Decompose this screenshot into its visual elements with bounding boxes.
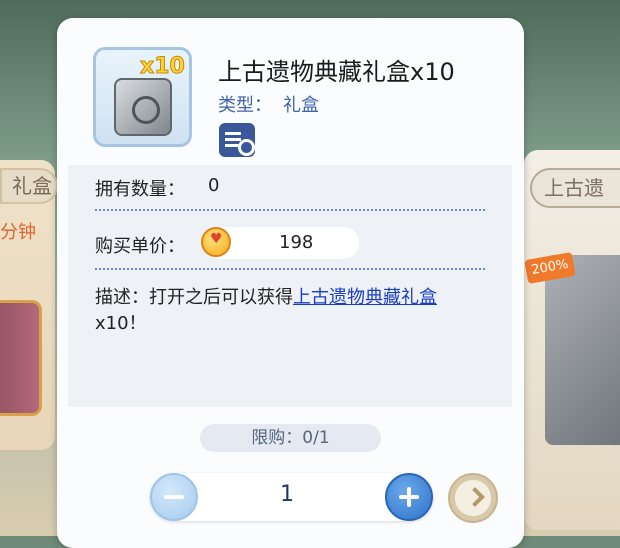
owned-count-value: 0 <box>208 175 220 196</box>
gift-box-icon <box>114 78 172 136</box>
unit-price-value: 198 <box>279 232 314 253</box>
divider <box>95 268 485 270</box>
item-icon-frame: x10 <box>93 47 192 147</box>
item-title: 上古遗物典藏礼盒x10 <box>218 58 455 86</box>
background-left-timer: 分钟 <box>0 222 36 243</box>
divider <box>95 209 485 211</box>
item-quantity-badge: x10 <box>140 54 186 80</box>
preview-contents-button[interactable] <box>219 123 255 157</box>
description-suffix: x10！ <box>95 313 147 334</box>
background-box-image <box>545 255 620 445</box>
owned-count-label: 拥有数量： <box>95 179 185 200</box>
item-description: 描述：打开之后可以获得上古遗物典藏礼盒 x10！ <box>95 285 495 337</box>
purchase-limit: 限购：0/1 <box>200 424 381 452</box>
background-left-tag: 礼盒 <box>0 168 58 204</box>
increase-quantity-button[interactable] <box>385 473 433 521</box>
next-arrow-button[interactable] <box>448 473 498 523</box>
item-type-label: 类型： <box>218 95 272 116</box>
background-right-tag: 上古遗 <box>530 168 620 208</box>
coin-icon <box>201 227 231 257</box>
description-prefix: 描述：打开之后可以获得 <box>95 287 293 308</box>
decrease-quantity-button[interactable] <box>150 473 198 521</box>
unit-price-label: 购买单价： <box>95 236 185 257</box>
quantity-value[interactable]: 1 <box>280 482 294 507</box>
background-chest-image <box>0 300 42 416</box>
description-item-link[interactable]: 上古遗物典藏礼盒 <box>293 287 437 308</box>
item-type-value: 礼盒 <box>283 95 319 116</box>
